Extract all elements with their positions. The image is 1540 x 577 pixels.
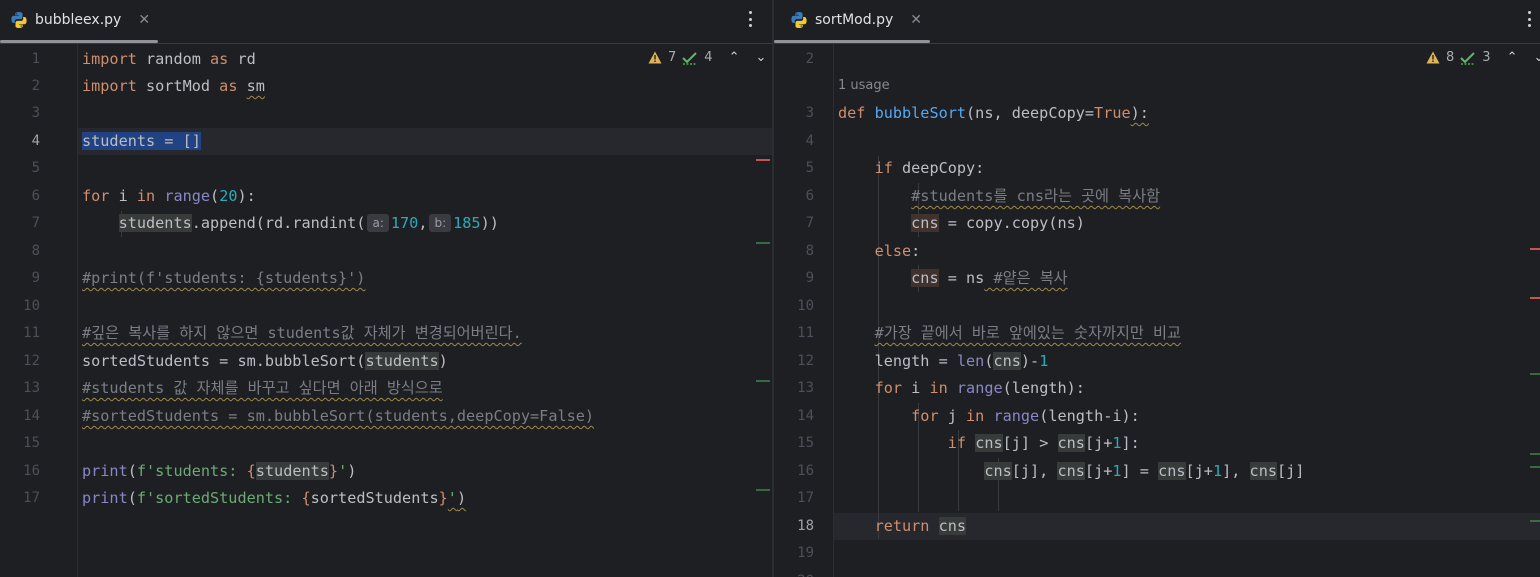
code-line-13: for i in range(length): [874,379,1085,397]
code-line-6: #students를 cns라는 곳에 복사함 [911,187,1161,205]
line-number: 20 [774,568,814,577]
code-line-14: #sortedStudents = sm.bubbleSort(students… [82,407,595,425]
code-line-9: cns = ns #얕은 복사 [911,269,1068,287]
line-number: 14 [23,408,40,424]
left-code-area[interactable]: import random as rd import sortMod as sm… [78,44,772,577]
line-number: 11 [23,325,40,341]
line-number: 5 [31,160,40,176]
stripe-mark[interactable] [756,380,770,382]
right-gutter: 2 3 4 5 6 7 8 9 10 11 12 13 14 15 16 17 … [774,44,834,577]
line-number: 3 [31,105,40,121]
kebab-menu-icon[interactable] [746,9,754,29]
parameter-hint: b: [429,214,452,232]
line-number: 14 [797,408,814,424]
code-line-14: for j in range(length-i): [911,407,1140,425]
line-number: 8 [805,243,814,259]
line-number: 2 [31,78,40,94]
line-number: 17 [797,490,814,506]
python-icon [11,12,27,28]
code-line-16: cns[j], cns[j+1] = cns[j+1], cns[j] [984,462,1305,480]
code-line-5: if deepCopy: [874,159,985,177]
code-line-15: if cns[j] > cns[j+1]: [947,434,1140,452]
code-line-11: #깊은 복사를 하지 않으면 students값 자체가 변경되어버린다. [82,324,522,342]
code-line-17: print(f'sortedStudents: {sortedStudents}… [82,489,467,507]
line-number: 2 [805,51,814,67]
code-line-12: length = len(cns)-1 [874,352,1049,370]
left-tab-bar: bubbleex.py ✕ [0,0,772,44]
line-number: 15 [797,435,814,451]
tab-sortmod[interactable]: sortMod.py ✕ [790,0,922,40]
line-number: 5 [805,160,814,176]
code-line-7: cns = copy.copy(ns) [911,214,1085,232]
line-number: 16 [797,463,814,479]
line-number-current: 4 [31,133,40,149]
line-number: 10 [797,298,814,314]
code-line-7: students.append(rd.randint(a: 170, b: 185)) [118,214,499,232]
code-line-18: return cns [874,517,967,535]
code-line-9: #print(f'students: {students}') [82,269,366,287]
tab-bubbleex[interactable]: bubbleex.py ✕ [10,0,150,40]
line-number: 9 [31,270,40,286]
error-stripe-mark[interactable] [756,159,770,161]
line-number: 12 [797,353,814,369]
active-tab-indicator [0,40,158,43]
text-selection: students = [] [82,132,201,150]
stripe-mark[interactable] [1530,373,1540,375]
stripe-mark[interactable] [756,242,770,244]
line-number: 17 [23,490,40,506]
stripe-mark[interactable] [756,489,770,491]
close-icon[interactable]: ✕ [910,12,922,28]
active-tab-indicator [774,40,930,43]
close-icon[interactable]: ✕ [138,12,150,28]
parameter-hint: a: [367,214,389,232]
code-line-12: sortedStudents = sm.bubbleSort(students) [82,352,448,370]
error-stripe-mark[interactable] [1530,248,1540,250]
code-line-16: print(f'students: {students}') [82,462,357,480]
line-number-current: 18 [797,518,814,534]
right-editor-pane: sortMod.py ✕ 2 3 4 5 6 7 8 9 10 11 12 13… [774,0,1540,577]
line-number: 3 [805,105,814,121]
line-number: 10 [23,298,40,314]
left-editor-pane: bubbleex.py ✕ 1 2 3 4 5 6 7 8 9 10 11 12… [0,0,772,577]
line-number: 12 [23,353,40,369]
right-code-area[interactable]: 1 usage def bubbleSort(ns, deepCopy=True… [834,44,1540,577]
code-line-4: students = [] [82,128,201,155]
line-number: 6 [31,188,40,204]
line-number: 9 [805,270,814,286]
usage-hint[interactable]: 1 usage [838,75,890,97]
line-number: 16 [23,463,40,479]
line-number: 11 [797,325,814,341]
tab-title: sortMod.py [815,12,894,28]
code-line-8: else: [874,242,921,260]
code-line-1: import random as rd [82,50,256,68]
left-gutter: 1 2 3 4 5 6 7 8 9 10 11 12 13 14 15 16 1… [0,44,78,577]
right-tab-bar: sortMod.py ✕ [774,0,1540,44]
line-number: 4 [805,133,814,149]
line-number: 8 [31,243,40,259]
line-number: 19 [797,545,814,561]
python-icon [791,12,807,28]
line-number: 15 [23,435,40,451]
line-number: 6 [805,188,814,204]
stripe-mark[interactable] [1530,453,1540,455]
tab-title: bubbleex.py [35,12,122,28]
code-line-6: for i in range(20): [82,187,256,205]
code-line-2: import sortMod as sm [82,77,265,95]
line-number: 7 [31,215,40,231]
error-stripe-mark[interactable] [1530,297,1540,299]
line-number: 13 [23,380,40,396]
line-number: 1 [31,51,40,67]
code-line-3: def bubbleSort(ns, deepCopy=True): [838,104,1149,122]
stripe-mark[interactable] [1530,520,1540,522]
code-line-13: #students 값 자체를 바꾸고 싶다면 아래 방식으로 [82,379,443,397]
kebab-menu-icon[interactable] [1525,9,1533,29]
line-number: 13 [797,380,814,396]
stripe-mark[interactable] [1530,466,1540,468]
code-line-11: #가장 끝에서 바로 앞에있는 숫자까지만 비교 [874,324,1181,342]
line-number: 7 [805,215,814,231]
